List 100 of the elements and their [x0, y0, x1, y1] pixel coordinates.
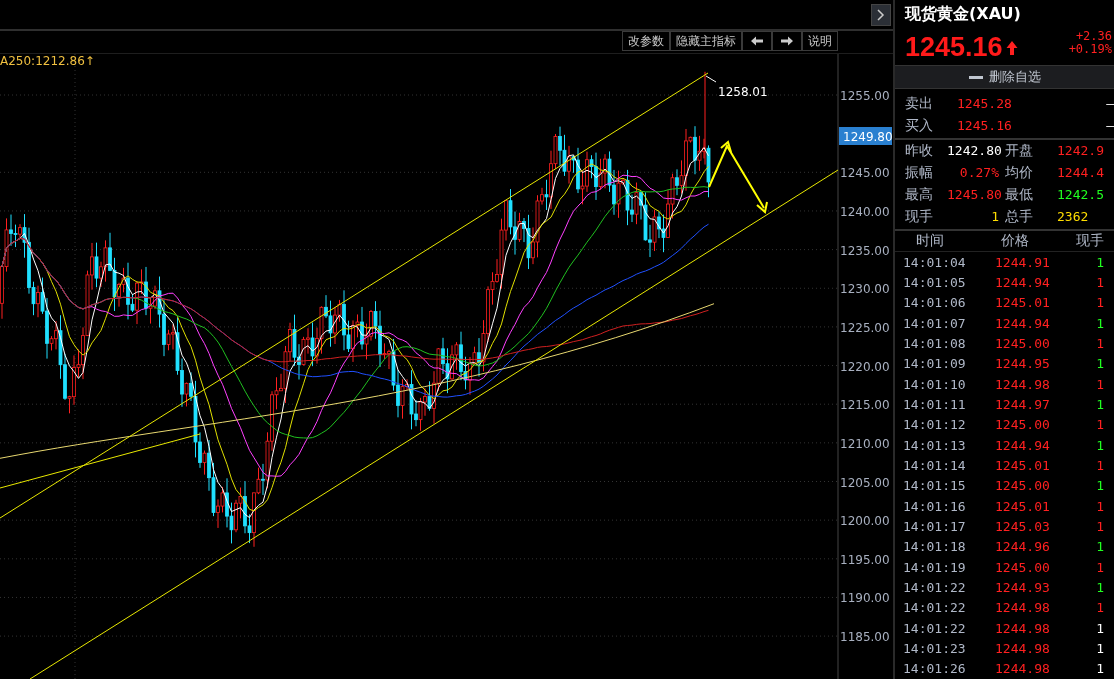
- volume-cell-text: 1: [1095, 620, 1105, 636]
- time-cell-text: 14:01:14: [903, 458, 967, 474]
- stat-label: 现手: [905, 207, 934, 227]
- time-cell-text: 14:01:10: [903, 376, 967, 392]
- y-axis-label: 1200.00: [840, 514, 890, 529]
- stat-label: 均价: [1005, 163, 1034, 183]
- time-cell-text: 14:01:11: [903, 397, 967, 413]
- y-axis-label: 1240.00: [840, 204, 890, 219]
- price-cell-text: 1244.98: [995, 600, 1051, 616]
- price-cell-text: 1245.01: [995, 295, 1051, 311]
- quote-label: 买入: [905, 116, 934, 136]
- volume-cell-text: 1: [1095, 519, 1105, 535]
- volume-cell-text: 1: [1095, 254, 1105, 270]
- y-axis-label: 1225.00: [840, 320, 890, 335]
- right-arrow-icon: [780, 36, 794, 46]
- volume-cell-text: 1: [1095, 356, 1105, 372]
- peak-price-label: 1258.01: [718, 85, 768, 99]
- price-cell-text: 1245.00: [995, 336, 1051, 352]
- stat-value: 0.27%: [958, 164, 1000, 183]
- volume-cell-text: 1: [1095, 275, 1105, 291]
- peak-marker: [705, 75, 717, 83]
- time-cell-text: 14:01:17: [903, 519, 967, 535]
- time-cell-text: 14:01:07: [903, 315, 967, 331]
- time-cell-text: 14:01:23: [903, 641, 967, 656]
- price-cell-text: 1245.00: [995, 559, 1051, 575]
- quote-extra: —: [1105, 95, 1114, 114]
- time-cell-text: 14:01:22: [903, 580, 967, 596]
- time-cell-text: 14:01:05: [903, 275, 967, 291]
- chevron-right-icon: [877, 8, 885, 21]
- y-axis-label: 1230.00: [840, 282, 890, 297]
- volume-cell-text: 1: [1095, 458, 1105, 474]
- stat-label: 振幅: [905, 163, 934, 183]
- y-axis-label: 1215.00: [840, 398, 890, 413]
- volume-cell-text: 1: [1095, 417, 1105, 433]
- volume-cell-text: 1: [1095, 478, 1105, 494]
- time-cell-text: 14:01:16: [903, 498, 967, 514]
- price-cell-text: 1244.94: [995, 315, 1051, 331]
- stat-value: 1242.5: [1057, 186, 1105, 205]
- volume-cell-text: 1: [1095, 397, 1105, 413]
- quote-value: 1245.28: [957, 95, 1013, 114]
- price-cell-text: 1244.98: [995, 620, 1051, 636]
- y-axis-label: 1210.00: [840, 436, 890, 451]
- stat-label: 最低: [1005, 185, 1034, 205]
- volume-cell-text: 1: [1095, 498, 1105, 514]
- toolbar-button[interactable]: 隐藏主指标: [670, 31, 742, 51]
- stat-label: 昨收: [905, 141, 934, 161]
- time-cell-text: 14:01:22: [903, 600, 967, 616]
- column-header: 现手: [1074, 232, 1105, 251]
- y-axis-label: 1185.00: [840, 630, 890, 645]
- price-cell-text: 1244.97: [995, 397, 1051, 413]
- minus-icon: [968, 75, 983, 79]
- quote-extra: —: [1105, 117, 1114, 136]
- last-price: 1245.16: [905, 32, 1003, 64]
- stat-value: 1242.9: [1057, 142, 1105, 161]
- chevron-right-button[interactable]: [871, 3, 891, 26]
- price-cell-text: 1244.98: [995, 661, 1051, 677]
- stat-value: 1242.80: [947, 142, 1003, 161]
- stat-label: 总手: [1005, 207, 1034, 227]
- instrument-title: 现货黄金(XAU): [905, 4, 1022, 25]
- toolbar-button[interactable]: 说明: [802, 31, 838, 51]
- remove-watchlist-button[interactable]: 删除自选: [895, 65, 1114, 90]
- stat-value: 1: [990, 208, 1000, 227]
- current-price-tag: 1249.80: [839, 127, 893, 145]
- time-cell-text: 14:01:15: [903, 478, 967, 494]
- volume-cell-text: 1: [1095, 600, 1105, 616]
- price-cell-text: 1244.98: [995, 376, 1051, 392]
- time-cell-text: 14:01:13: [903, 437, 967, 453]
- volume-cell-text: 1: [1095, 559, 1105, 575]
- stat-value: 2362: [1057, 208, 1090, 227]
- column-header: 价格: [1000, 232, 1030, 251]
- price-cell-text: 1245.00: [995, 417, 1051, 433]
- price-cell-text: 1244.91: [995, 254, 1051, 270]
- price-cell-text: 1244.94: [995, 275, 1051, 291]
- column-header: 时间: [915, 232, 945, 251]
- volume-cell-text: 1: [1095, 580, 1105, 596]
- indicator-label: A250:1212.86↑: [0, 54, 95, 68]
- time-cell-text: 14:01:06: [903, 295, 967, 311]
- price-cell-text: 1245.01: [995, 458, 1051, 474]
- price-cell-text: 1244.96: [995, 539, 1051, 555]
- volume-cell-text: 1: [1095, 661, 1105, 677]
- volume-cell-text: 1: [1095, 641, 1105, 656]
- toolbar-button[interactable]: 改参数: [622, 31, 670, 51]
- y-axis-label: 1205.00: [840, 475, 890, 490]
- y-axis-label: 1190.00: [840, 591, 890, 606]
- time-cell-text: 14:01:09: [903, 356, 967, 372]
- price-change: +2.36: [1075, 29, 1112, 43]
- scroll-right-button[interactable]: [772, 31, 802, 51]
- price-cell-text: 1244.98: [995, 641, 1051, 656]
- scroll-left-button[interactable]: [742, 31, 772, 51]
- y-axis-label: 1195.00: [840, 552, 890, 567]
- volume-cell-text: 1: [1095, 437, 1105, 453]
- volume-cell-text: 1: [1095, 539, 1105, 555]
- stat-label: 开盘: [1005, 141, 1034, 161]
- price-cell-text: 1245.00: [995, 478, 1051, 494]
- stat-label: 最高: [905, 185, 934, 205]
- price-cell-text: 1245.03: [995, 519, 1051, 535]
- price-cell-text: 1244.93: [995, 580, 1051, 596]
- left-arrow-icon: [750, 36, 764, 46]
- y-axis-label: 1255.00: [840, 89, 890, 103]
- volume-cell-text: 1: [1095, 376, 1105, 392]
